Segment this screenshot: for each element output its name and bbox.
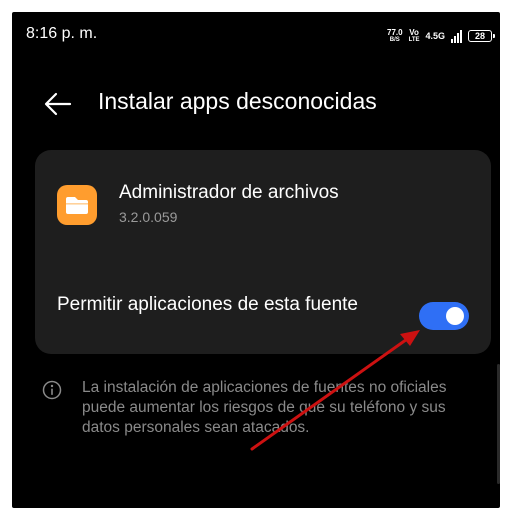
network-speed-indicator: 77.0 B/S (387, 27, 403, 44)
allow-source-toggle[interactable] (419, 302, 469, 330)
volte-indicator: Vo LTE (408, 27, 420, 44)
arrow-left-icon (44, 92, 72, 116)
info-icon (42, 380, 62, 400)
permission-card: Administrador de archivos 3.2.0.059 Perm… (35, 150, 491, 354)
app-info-row: Administrador de archivos 3.2.0.059 (35, 150, 491, 250)
volte-bottom-label: LTE (408, 36, 420, 43)
status-icons: 77.0 B/S Vo LTE 4.5G 28 (387, 26, 495, 46)
scrollbar[interactable] (497, 364, 500, 484)
back-button[interactable] (42, 88, 74, 120)
status-bar: 8:16 p. m. 77.0 B/S Vo LTE 4.5G 28 (12, 12, 500, 58)
signal-icon (451, 29, 462, 43)
security-notice: La instalación de aplicaciones de fuente… (12, 378, 500, 458)
page-header: Instalar apps desconocidas (12, 82, 500, 126)
security-notice-text: La instalación de aplicaciones de fuente… (82, 379, 447, 436)
app-version: 3.2.0.059 (119, 209, 178, 225)
folder-icon (57, 185, 97, 225)
app-name: Administrador de archivos (119, 182, 339, 203)
volte-top-label: Vo (409, 27, 419, 37)
status-time: 8:16 p. m. (26, 25, 98, 42)
allow-source-label: Permitir aplicaciones de esta fuente (57, 294, 358, 315)
page-title: Instalar apps desconocidas (98, 88, 377, 114)
phone-screen: 8:16 p. m. 77.0 B/S Vo LTE 4.5G 28 Insta… (12, 12, 500, 508)
network-speed-unit: B/S (389, 36, 400, 43)
battery-icon: 28 (468, 30, 495, 42)
allow-source-row[interactable]: Permitir aplicaciones de esta fuente (35, 270, 491, 340)
network-speed-value: 77.0 (387, 27, 403, 37)
toggle-knob (446, 307, 464, 325)
network-type-label: 4.5G (425, 30, 445, 41)
battery-level: 28 (474, 31, 485, 41)
